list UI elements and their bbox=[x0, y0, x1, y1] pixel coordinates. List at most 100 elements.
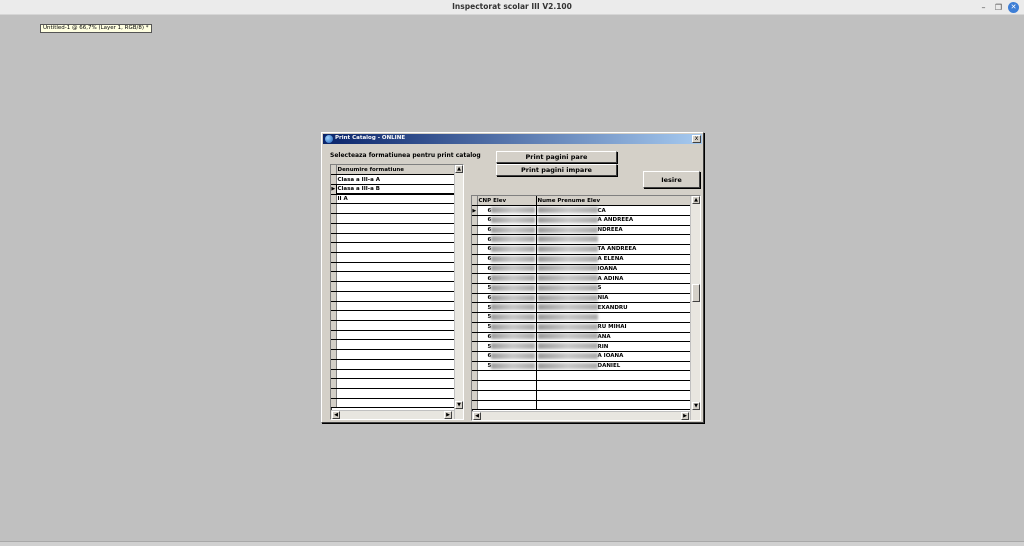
name-cell[interactable] bbox=[536, 370, 691, 382]
name-cell[interactable]: DANIEL bbox=[536, 361, 691, 372]
scroll-up-arrow-icon[interactable]: ▲ bbox=[692, 196, 700, 204]
scroll-down-arrow-icon[interactable]: ▼ bbox=[692, 402, 700, 410]
name-cell[interactable]: A ANDREEA bbox=[536, 215, 691, 226]
cnp-cell[interactable]: 6 bbox=[477, 215, 537, 226]
formation-cell[interactable] bbox=[336, 301, 457, 312]
formation-cell[interactable] bbox=[336, 378, 457, 390]
table-row[interactable] bbox=[331, 223, 457, 234]
cnp-cell[interactable]: 5 bbox=[477, 312, 537, 323]
cnp-cell[interactable]: 6 bbox=[477, 332, 537, 343]
table-row[interactable]: 6 ANA bbox=[472, 332, 691, 343]
name-cell[interactable]: NIA bbox=[536, 293, 691, 304]
column-header-name[interactable]: Nume Prenume Elev bbox=[536, 196, 691, 207]
formation-cell[interactable] bbox=[336, 339, 457, 351]
name-cell[interactable]: NDREEA bbox=[536, 225, 691, 236]
table-row[interactable] bbox=[331, 320, 457, 331]
formation-cell[interactable]: Clasa a III-a A bbox=[336, 174, 457, 185]
formation-cell[interactable] bbox=[336, 233, 457, 244]
table-row[interactable]: 6 bbox=[472, 234, 691, 246]
cnp-cell[interactable]: 6 bbox=[477, 273, 537, 284]
table-row[interactable]: Clasa a III-a A bbox=[331, 174, 457, 185]
formation-cell[interactable] bbox=[336, 271, 457, 283]
exit-button[interactable]: Iesire bbox=[643, 171, 700, 188]
table-row[interactable] bbox=[331, 301, 457, 312]
table-row[interactable]: 5S bbox=[472, 283, 691, 294]
table-row[interactable]: 6 NDREEA bbox=[472, 225, 691, 236]
formation-cell[interactable] bbox=[336, 242, 457, 253]
table-row[interactable] bbox=[331, 271, 457, 283]
name-cell[interactable]: ANA bbox=[536, 332, 691, 343]
name-cell[interactable] bbox=[536, 400, 691, 411]
formation-cell[interactable] bbox=[336, 203, 457, 215]
cnp-cell[interactable]: 6 bbox=[477, 293, 537, 304]
scroll-left-arrow-icon[interactable]: ◀ bbox=[332, 411, 340, 419]
table-row[interactable] bbox=[331, 339, 457, 351]
table-row[interactable]: 5 DANIEL bbox=[472, 361, 691, 372]
table-row[interactable] bbox=[472, 400, 691, 411]
table-row[interactable] bbox=[472, 380, 691, 391]
table-row[interactable] bbox=[331, 213, 457, 224]
table-row[interactable]: 5 RIN bbox=[472, 341, 691, 352]
name-cell[interactable]: EXANDRU bbox=[536, 302, 691, 314]
cnp-cell[interactable] bbox=[477, 390, 537, 401]
table-row[interactable]: ▶ Clasa a III-a B bbox=[331, 184, 457, 195]
cnp-cell[interactable]: 6 bbox=[477, 205, 537, 216]
print-odd-pages-button[interactable]: Print pagini impare bbox=[496, 164, 617, 176]
name-cell[interactable]: RIN bbox=[536, 341, 691, 352]
name-cell[interactable]: CA bbox=[536, 205, 691, 216]
formation-cell[interactable] bbox=[336, 262, 457, 273]
table-row[interactable]: 6 TA ANDREEA bbox=[472, 244, 691, 255]
table-row[interactable]: 6 NIA bbox=[472, 293, 691, 304]
cnp-cell[interactable]: 6 bbox=[477, 254, 537, 265]
scroll-down-arrow-icon[interactable]: ▼ bbox=[455, 401, 463, 409]
table-row[interactable]: II A bbox=[331, 194, 457, 205]
cnp-cell[interactable]: 5 bbox=[477, 283, 537, 294]
table-row[interactable]: 5 RU MIHAI bbox=[472, 322, 691, 333]
formation-cell[interactable] bbox=[336, 213, 457, 224]
cnp-cell[interactable]: 5 bbox=[477, 322, 537, 333]
name-cell[interactable]: A IOANA bbox=[536, 351, 691, 362]
table-row[interactable] bbox=[331, 242, 457, 253]
table-row[interactable]: 6 A ANDREEA bbox=[472, 215, 691, 226]
name-cell[interactable] bbox=[536, 234, 691, 246]
name-cell[interactable]: TA ANDREEA bbox=[536, 244, 691, 255]
table-row[interactable]: ▶ 6 CA bbox=[472, 205, 691, 216]
cnp-cell[interactable] bbox=[477, 380, 537, 391]
scroll-left-arrow-icon[interactable]: ◀ bbox=[473, 412, 481, 420]
name-cell[interactable]: A ADINA bbox=[536, 273, 691, 284]
table-row[interactable] bbox=[331, 349, 457, 360]
formation-cell[interactable] bbox=[336, 320, 457, 331]
table-row[interactable] bbox=[472, 390, 691, 401]
table-row[interactable]: 6 IOANA bbox=[472, 264, 691, 275]
cnp-cell[interactable]: 6 bbox=[477, 351, 537, 362]
table-row[interactable] bbox=[331, 330, 457, 341]
close-icon[interactable]: ✕ bbox=[1008, 2, 1019, 13]
minimize-icon[interactable]: – bbox=[978, 2, 989, 13]
print-even-pages-button[interactable]: Print pagini pare bbox=[496, 151, 617, 163]
formation-cell[interactable] bbox=[336, 369, 457, 380]
column-header-formation[interactable]: Denumire formatiune bbox=[336, 165, 457, 176]
table-row[interactable] bbox=[331, 369, 457, 380]
scroll-right-arrow-icon[interactable]: ▶ bbox=[681, 412, 689, 420]
cnp-cell[interactable]: 6 bbox=[477, 234, 537, 246]
name-cell[interactable] bbox=[536, 380, 691, 391]
table-row[interactable] bbox=[472, 370, 691, 382]
students-grid[interactable]: CNP Elev Nume Prenume Elev ▶ 6 CA 6 A ANDREE… bbox=[471, 195, 701, 421]
formation-cell[interactable] bbox=[336, 349, 457, 360]
dialog-close-button[interactable]: x bbox=[692, 135, 701, 143]
maximize-icon[interactable]: ❐ bbox=[993, 2, 1004, 13]
cnp-cell[interactable]: 6 bbox=[477, 244, 537, 255]
formation-cell[interactable] bbox=[336, 291, 457, 302]
name-cell[interactable] bbox=[536, 312, 691, 323]
students-vertical-scrollbar[interactable]: ▲ ▼ bbox=[690, 196, 700, 420]
table-row[interactable] bbox=[331, 378, 457, 390]
formations-vertical-scrollbar[interactable]: ▲ ▼ bbox=[454, 165, 463, 419]
cnp-cell[interactable]: 6 bbox=[477, 225, 537, 236]
formation-cell[interactable] bbox=[336, 223, 457, 234]
table-row[interactable] bbox=[331, 388, 457, 399]
name-cell[interactable]: A ELENA bbox=[536, 254, 691, 265]
cnp-cell[interactable] bbox=[477, 400, 537, 411]
formation-cell[interactable] bbox=[336, 330, 457, 341]
scroll-up-arrow-icon[interactable]: ▲ bbox=[455, 165, 463, 173]
name-cell[interactable] bbox=[536, 390, 691, 401]
